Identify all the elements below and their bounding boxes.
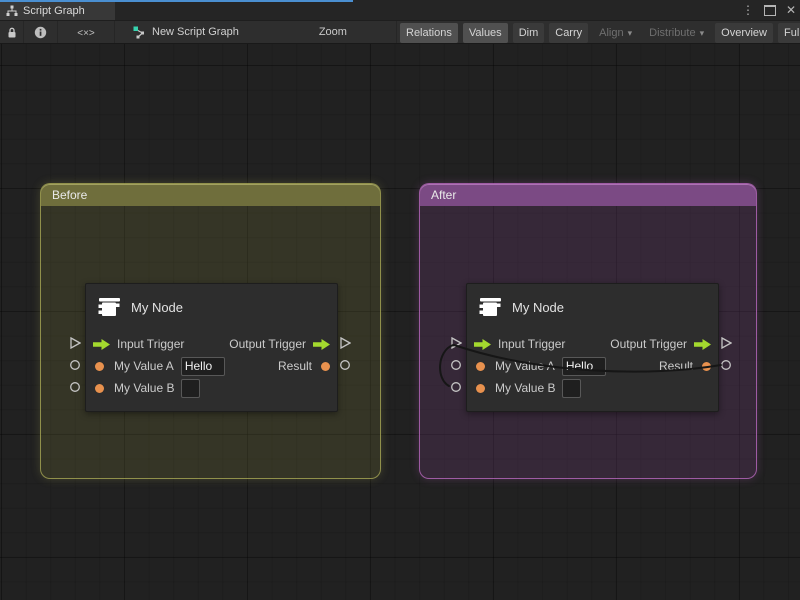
port-label: Result [278,359,312,373]
value-port-icon[interactable] [321,362,330,371]
value-port-icon[interactable] [95,362,104,371]
value-b-input[interactable] [181,379,200,398]
node-title: My Node [512,300,564,315]
group-title: After [431,188,456,202]
toolbar-button-dim[interactable]: Dim [513,23,545,43]
code-view-icon [77,23,95,41]
kebab-menu-icon[interactable]: ⋮ [742,2,754,18]
external-value-port[interactable] [69,359,81,371]
value-port-icon[interactable] [476,384,485,393]
port-label: My Value B [495,381,555,395]
graph-name: New Script Graph [152,26,239,38]
node-title: My Node [131,300,183,315]
graph-icon [133,26,146,39]
port-label: Output Trigger [229,337,306,351]
chevron-down-icon [696,27,705,39]
port-label: My Value B [114,381,174,395]
value-a-input[interactable] [562,357,606,376]
value-a-input[interactable] [181,357,225,376]
toolbar-button-relations[interactable]: Relations [400,23,458,43]
port-label: Result [659,359,693,373]
node-my-node-after[interactable]: My Node Input Trigger My Value A My Valu… [466,283,719,412]
unit-node-icon [477,294,503,320]
info-icon [34,26,47,39]
flow-port-icon[interactable] [93,339,110,350]
value-port-icon[interactable] [702,362,711,371]
external-value-port[interactable] [339,359,351,371]
tab-title: Script Graph [23,5,85,17]
value-port-icon[interactable] [95,384,104,393]
unit-node-icon [96,294,122,320]
flow-port-icon[interactable] [313,339,330,350]
group-before-header[interactable]: Before [41,184,380,206]
port-label: My Value A [495,359,555,373]
port-label: Input Trigger [498,337,565,351]
port-label: My Value A [114,359,174,373]
toolbar-button-carry[interactable]: Carry [549,23,588,43]
value-b-input[interactable] [562,379,581,398]
external-value-port[interactable] [450,359,462,371]
external-flow-input-port[interactable] [450,337,462,349]
code-view-button[interactable] [58,21,115,43]
script-graph-window: Script Graph ⋮ ✕ [0,0,800,600]
flow-port-icon[interactable] [474,339,491,350]
external-value-port[interactable] [450,381,462,393]
node-my-node-before[interactable]: My Node Input Trigger My Value A My Valu… [85,283,338,412]
toolbar-button-fullscreen[interactable]: Full Scr [778,23,800,43]
port-label: Output Trigger [610,337,687,351]
tab-strip: Script Graph ⋮ ✕ [0,0,800,20]
tab-script-graph[interactable]: Script Graph [0,2,115,20]
value-port-icon[interactable] [476,362,485,371]
graph-toolbar: New Script Graph Zoom 1x Relations Value… [0,20,800,44]
flow-port-icon[interactable] [694,339,711,350]
hierarchy-icon [6,5,18,17]
lock-icon [6,26,18,39]
maximize-icon[interactable] [764,5,776,16]
toolbar-button-overview[interactable]: Overview [715,23,773,43]
info-button[interactable] [24,21,58,43]
port-label: Input Trigger [117,337,184,351]
chevron-down-icon [624,27,633,39]
lock-button[interactable] [0,21,24,43]
group-after-header[interactable]: After [420,184,756,206]
toolbar-button-align[interactable]: Align [593,23,638,43]
toolbar-button-distribute[interactable]: Distribute [643,23,710,43]
external-flow-output-port[interactable] [339,337,351,349]
toolbar-buttons: Relations Values Dim Carry Align Distrib… [400,23,800,43]
external-value-port[interactable] [720,359,732,371]
zoom-label: Zoom [319,26,347,38]
external-flow-input-port[interactable] [69,337,81,349]
close-icon[interactable]: ✕ [786,2,796,18]
external-flow-output-port[interactable] [720,337,732,349]
graph-info-segment: New Script Graph Zoom [115,21,397,43]
external-value-port[interactable] [69,381,81,393]
toolbar-button-values[interactable]: Values [463,23,508,43]
group-title: Before [52,188,87,202]
